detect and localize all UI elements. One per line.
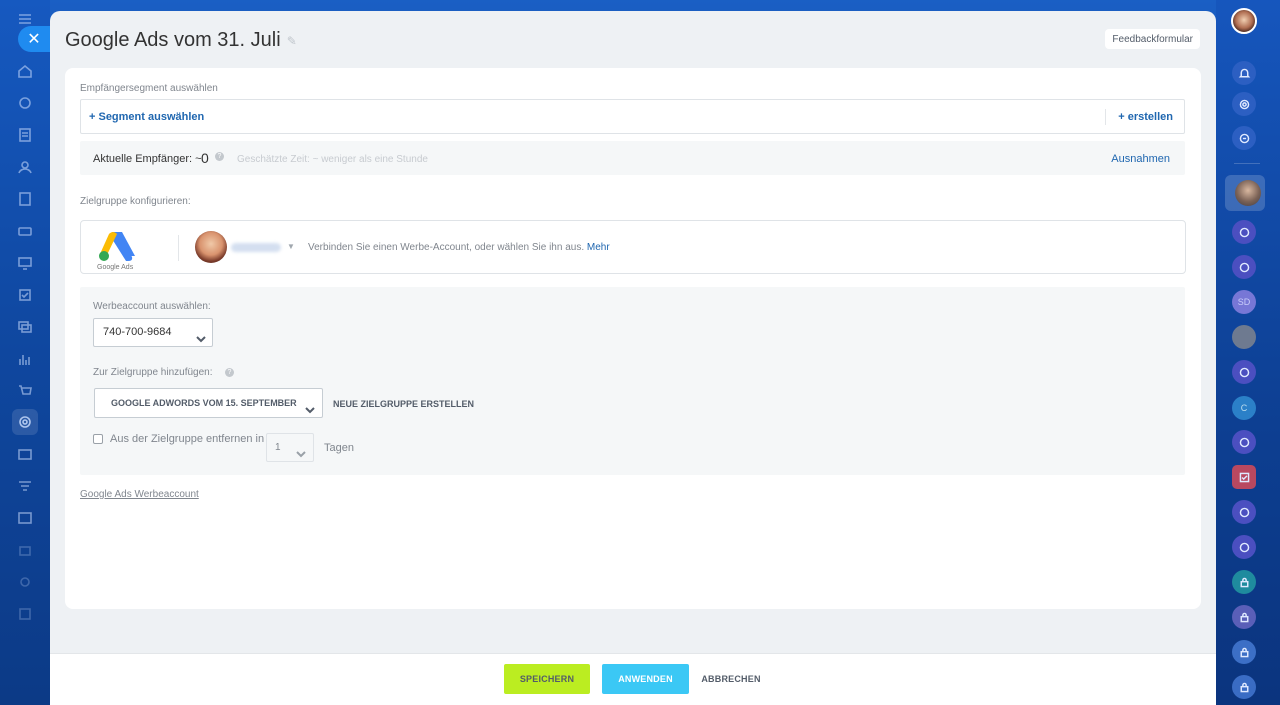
google-ads-logo-text: Google Ads	[97, 264, 134, 271]
robot-avatar[interactable]	[1232, 325, 1256, 349]
recipients-box: Aktuelle Empfänger: ~ 0 ? Geschätzte Zei…	[80, 141, 1185, 175]
audience-select[interactable]: GOOGLE ADWORDS VOM 15. SEPTEMBER	[94, 388, 323, 418]
checkbox-icon[interactable]	[14, 284, 36, 306]
help-icon[interactable]: ?	[225, 368, 234, 377]
estimated-time: Geschätzte Zeit: ~ weniger als eine Stun…	[237, 154, 428, 165]
audience-section-label: Zielgruppe konfigurieren:	[80, 196, 191, 207]
screen-icon[interactable]	[14, 252, 36, 274]
days-select[interactable]: 1	[266, 433, 314, 462]
edit-pencil-icon[interactable]: ✎	[287, 34, 297, 48]
avatar-c[interactable]: C	[1232, 396, 1256, 420]
chevron-down-icon	[305, 398, 315, 414]
page-title: Google Ads vom 31. Juli	[65, 29, 281, 51]
segment-box: + Segment auswählen + erstellen	[80, 99, 1185, 134]
open-channel-icon[interactable]	[1232, 430, 1256, 454]
remove-from-audience-row: Aus der Zielgruppe entfernen in	[93, 433, 264, 445]
store-icon[interactable]	[14, 443, 36, 465]
sites-icon[interactable]	[14, 507, 36, 529]
right-sidebar: SD C	[1216, 0, 1280, 705]
marketing-icon[interactable]	[14, 411, 36, 433]
calendar-icon[interactable]	[14, 603, 36, 625]
user-avatar[interactable]	[1231, 8, 1257, 34]
account-user-name[interactable]	[231, 243, 281, 252]
filter-icon[interactable]	[14, 475, 36, 497]
slider-panel: Google Ads vom 31. Juli ✎ Feedbackformul…	[50, 11, 1216, 705]
feed-icon[interactable]	[14, 92, 36, 114]
feedback-button[interactable]: Feedbackformular	[1105, 29, 1200, 49]
open-channel-icon[interactable]	[1232, 360, 1256, 384]
create-audience-link[interactable]: NEUE ZIELGRUPPE ERSTELLEN	[333, 399, 474, 409]
home-icon[interactable]	[14, 60, 36, 82]
lock-icon[interactable]	[1232, 675, 1256, 699]
left-sidebar	[0, 0, 50, 705]
create-segment-link[interactable]: + erstellen	[1118, 111, 1173, 123]
open-channel-icon[interactable]	[1232, 255, 1256, 279]
avatar-sd[interactable]: SD	[1232, 290, 1256, 314]
open-channel-icon[interactable]	[1232, 220, 1256, 244]
open-channel-icon[interactable]	[1232, 500, 1256, 524]
cart-icon[interactable]	[14, 380, 36, 402]
footer-bar: SPEICHERN ANWENDEN ABBRECHEN	[50, 653, 1216, 705]
analytics-icon[interactable]	[14, 348, 36, 370]
task-check-icon[interactable]	[1232, 465, 1256, 489]
lock-icon[interactable]	[1232, 605, 1256, 629]
more-link[interactable]: Mehr	[587, 242, 610, 253]
recipients-count: 0	[201, 150, 209, 166]
settings-icon[interactable]	[14, 571, 36, 593]
audience-select-value: GOOGLE ADWORDS VOM 15. SEPTEMBER	[111, 398, 297, 408]
days-label: Tagen	[324, 442, 354, 454]
exceptions-link[interactable]: Ausnahmen	[1111, 153, 1170, 165]
audience-connect-box: Google Ads ▼ Verbinden Sie einen Werbe-A…	[80, 220, 1186, 274]
chevron-down-icon	[196, 328, 206, 343]
avatar-initials: C	[1240, 403, 1248, 413]
search-chat-icon[interactable]	[1232, 126, 1256, 150]
close-slider-button[interactable]: ✕	[18, 26, 50, 52]
box-icon[interactable]	[14, 539, 36, 561]
help-icon[interactable]: ?	[215, 152, 224, 161]
lock-icon[interactable]	[1232, 570, 1256, 594]
chevron-down-icon	[296, 443, 306, 458]
google-ads-account-link[interactable]: Google Ads Werbeaccount	[80, 489, 199, 500]
account-select-value: 740-700-9684	[103, 326, 172, 338]
add-audience-label: Zur Zielgruppe hinzufügen:	[93, 367, 213, 378]
tasks-icon[interactable]	[14, 124, 36, 146]
avatar-initials: SD	[1237, 297, 1251, 307]
open-channel-icon[interactable]	[1232, 535, 1256, 559]
lock-icon[interactable]	[1232, 640, 1256, 664]
days-select-value: 1	[275, 442, 281, 453]
chat-icon[interactable]	[14, 316, 36, 338]
select-segment-link[interactable]: + Segment auswählen	[89, 111, 204, 123]
account-settings-box: Werbeaccount auswählen: 740-700-9684 Zur…	[80, 287, 1185, 475]
target-icon[interactable]	[1232, 92, 1256, 116]
connect-hint: Verbinden Sie einen Werbe-Account, oder …	[308, 242, 610, 253]
remove-label: Aus der Zielgruppe entfernen in	[110, 433, 265, 445]
notifications-icon[interactable]	[1232, 61, 1256, 85]
segment-divider	[1105, 109, 1106, 125]
account-label: Werbeaccount auswählen:	[93, 301, 211, 312]
cancel-button[interactable]: ABBRECHEN	[699, 664, 763, 694]
audience-divider	[178, 235, 179, 261]
recipients-label: Aktuelle Empfänger: ~	[93, 153, 202, 165]
right-divider	[1234, 163, 1260, 164]
close-icon: ✕	[27, 31, 41, 48]
connect-hint-text: Verbinden Sie einen Werbe-Account, oder …	[308, 242, 585, 253]
segment-section-label: Empfängersegment auswählen	[80, 83, 218, 94]
account-select[interactable]: 740-700-9684	[93, 318, 213, 347]
caret-down-icon[interactable]: ▼	[287, 242, 295, 251]
remove-checkbox[interactable]	[93, 434, 103, 444]
title-row: Google Ads vom 31. Juli ✎	[65, 29, 297, 52]
account-user-avatar[interactable]	[195, 231, 227, 263]
contacts-icon[interactable]	[14, 156, 36, 178]
settings-card: Empfängersegment auswählen + Segment aus…	[65, 68, 1201, 609]
apply-button[interactable]: ANWENDEN	[602, 664, 689, 694]
documents-icon[interactable]	[14, 188, 36, 210]
contact-avatar[interactable]	[1235, 180, 1261, 206]
drive-icon[interactable]	[14, 220, 36, 242]
save-button[interactable]: SPEICHERN	[504, 664, 590, 694]
